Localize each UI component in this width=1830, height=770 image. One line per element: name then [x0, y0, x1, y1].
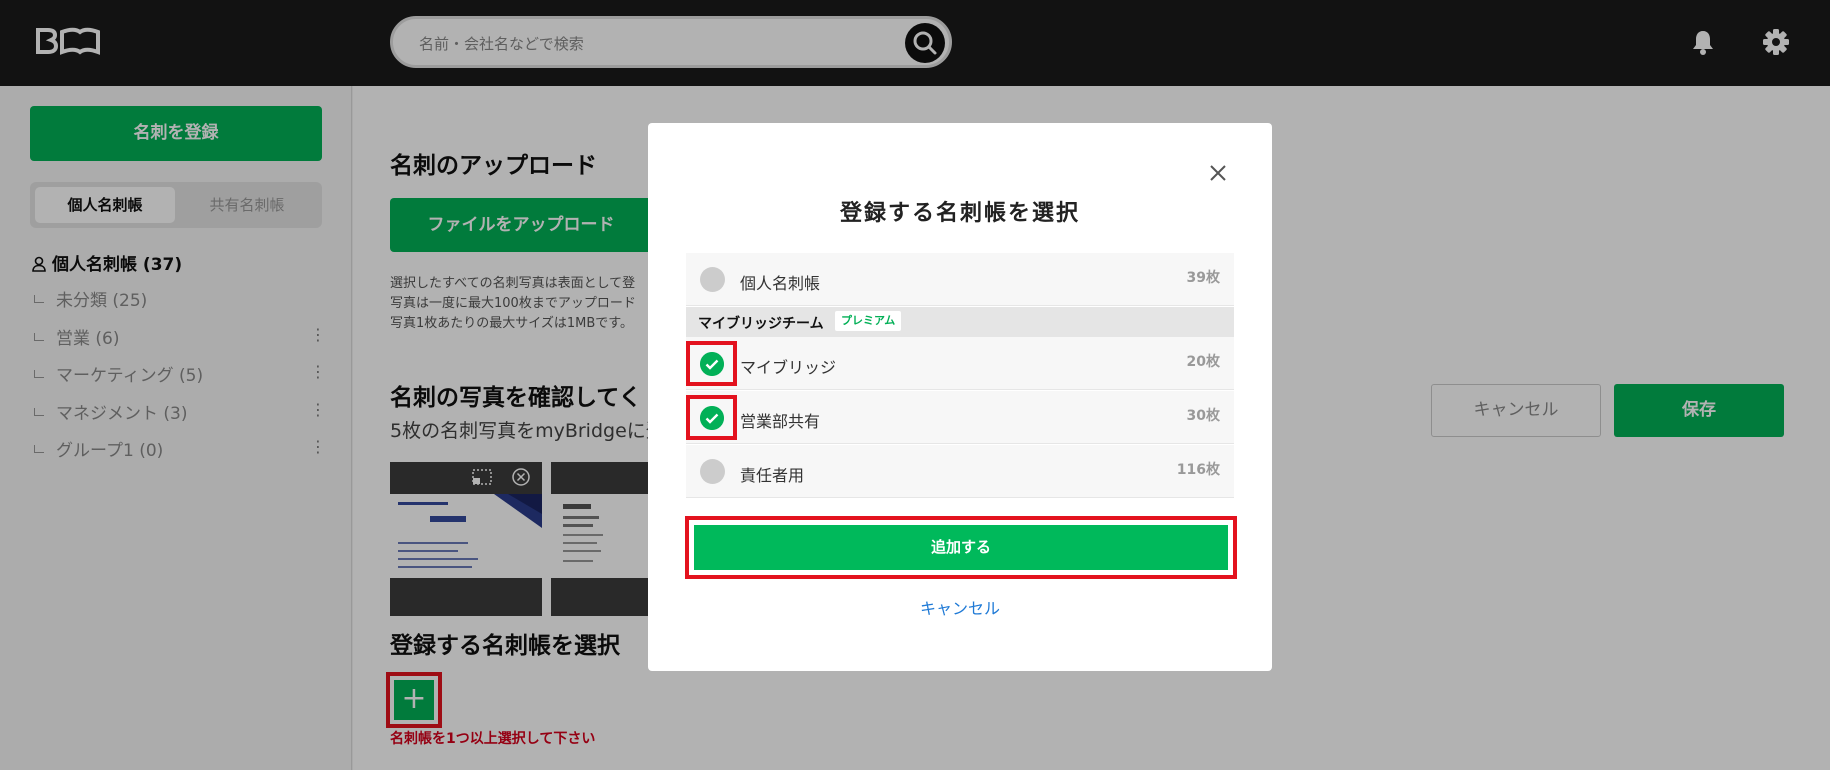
team-header: マイブリッジチーム プレミアム	[686, 307, 1234, 337]
book-name: 責任者用	[740, 466, 805, 485]
book-count: 20枚	[1186, 354, 1220, 370]
book-row-manager[interactable]: 責任者用 116枚	[686, 445, 1234, 498]
add-button-highlight: 追加する	[685, 516, 1237, 579]
checkbox-highlight	[686, 395, 737, 440]
check-icon[interactable]	[700, 406, 724, 430]
radio-unchecked[interactable]	[700, 267, 725, 292]
select-book-modal: 登録する名刺帳を選択 個人名刺帳 39枚 マイブリッジチーム プレミアム マイブ…	[648, 123, 1272, 671]
check-icon[interactable]	[700, 352, 724, 376]
modal-title: 登録する名刺帳を選択	[839, 201, 1080, 226]
checkbox-highlight	[686, 341, 737, 386]
book-count: 30枚	[1186, 408, 1220, 424]
team-name: マイブリッジチーム	[698, 316, 824, 332]
modal-cancel-link[interactable]: キャンセル	[648, 595, 1272, 619]
close-icon[interactable]	[1208, 163, 1228, 183]
add-button[interactable]: 追加する	[694, 525, 1228, 570]
book-row-personal[interactable]: 個人名刺帳 39枚	[686, 253, 1234, 306]
book-count: 116枚	[1176, 462, 1220, 478]
radio-unchecked[interactable]	[700, 459, 725, 484]
book-name: 個人名刺帳	[740, 274, 821, 293]
book-count: 39枚	[1186, 270, 1220, 286]
premium-badge: プレミアム	[835, 311, 902, 331]
book-name: 営業部共有	[740, 412, 821, 431]
book-name: マイブリッジ	[740, 358, 837, 377]
book-row-mybridge[interactable]: マイブリッジ 20枚	[686, 337, 1234, 390]
book-row-sales-shared[interactable]: 営業部共有 30枚	[686, 391, 1234, 444]
